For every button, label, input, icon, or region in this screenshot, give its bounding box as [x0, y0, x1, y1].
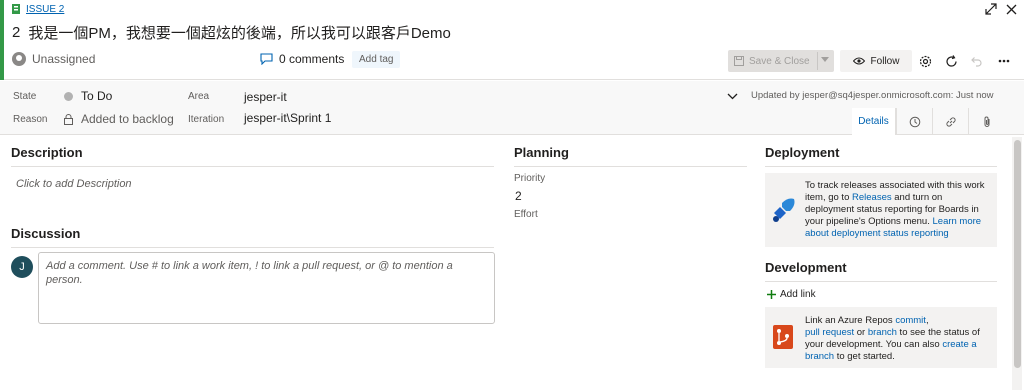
comments-count-link[interactable]: 0 comments	[260, 52, 344, 66]
assigned-to-label: Unassigned	[32, 52, 96, 66]
undo-icon[interactable]	[966, 51, 986, 71]
divider	[765, 281, 997, 282]
development-heading: Development	[765, 260, 847, 275]
save-icon	[734, 56, 744, 66]
divider	[765, 166, 997, 167]
lock-icon	[64, 113, 73, 125]
save-close-label: Save & Close	[749, 55, 810, 67]
work-item-type-color-bar	[0, 0, 4, 80]
attachment-icon	[984, 116, 989, 127]
details-tabs: Details	[852, 108, 1004, 135]
plus-icon	[767, 290, 776, 299]
commit-link[interactable]: commit	[895, 315, 926, 326]
chevron-down-icon	[727, 93, 738, 100]
settings-gear-icon[interactable]	[915, 51, 935, 71]
work-item-id: 2	[12, 24, 21, 41]
comment-icon	[260, 53, 273, 65]
avatar: J	[11, 256, 33, 278]
deployment-heading: Deployment	[765, 145, 840, 160]
deployment-text: To track releases associated with this w…	[805, 180, 985, 239]
deployment-card: To track releases associated with this w…	[765, 173, 997, 247]
eye-icon	[852, 57, 865, 65]
state-dot-icon	[64, 91, 73, 101]
area-value: jesper-it	[244, 89, 287, 104]
refresh-icon[interactable]	[941, 51, 961, 71]
reason-label: Reason	[13, 114, 48, 125]
state-label: State	[13, 91, 37, 102]
reason-picker[interactable]: Added to backlog	[64, 112, 174, 126]
area-picker[interactable]: jesper-it	[240, 88, 742, 106]
work-item-title-row: 2 我是一個PM，我想要一個超炫的後端，所以我可以跟客戶Demo	[12, 22, 451, 43]
add-tag-button[interactable]: Add tag	[352, 51, 401, 68]
save-close-button[interactable]: Save & Close	[728, 50, 834, 72]
iteration-value[interactable]: jesper-it\Sprint 1	[244, 111, 331, 125]
description-heading: Description	[11, 145, 83, 160]
development-text: Link an Azure Repos commit, pull request …	[805, 315, 980, 362]
add-link-label: Add link	[780, 289, 816, 300]
effort-label: Effort	[514, 209, 538, 220]
repos-icon	[773, 325, 793, 349]
follow-button[interactable]: Follow	[840, 50, 912, 72]
pull-request-link[interactable]: pull request	[805, 327, 854, 338]
history-icon	[909, 116, 920, 127]
work-item-title[interactable]: 我是一個PM，我想要一個超炫的後端，所以我可以跟客戶Demo	[28, 22, 451, 43]
save-dropdown-chevron-icon[interactable]	[821, 57, 829, 62]
discussion-heading: Discussion	[11, 226, 81, 241]
state-value: To Do	[81, 89, 113, 103]
releases-link[interactable]: Releases	[852, 192, 892, 203]
follow-label: Follow	[870, 55, 900, 67]
add-link-button[interactable]: Add link	[767, 289, 816, 300]
divider	[514, 166, 747, 167]
work-item-type-link[interactable]: ISSUE 2	[26, 4, 64, 15]
iteration-label: Iteration	[188, 114, 225, 125]
scrollbar-thumb[interactable]	[1014, 140, 1021, 368]
description-field[interactable]: Click to add Description	[16, 178, 132, 190]
pipelines-icon	[773, 198, 795, 222]
tab-attachments[interactable]	[968, 108, 1004, 135]
state-picker[interactable]: To Do	[64, 89, 112, 103]
close-icon[interactable]	[1004, 2, 1018, 16]
link-icon	[945, 116, 956, 127]
planning-heading: Planning	[514, 145, 569, 160]
work-item-fields: State To Do Area jesper-it Updated by je…	[0, 81, 1024, 135]
divider	[11, 166, 494, 167]
more-actions-icon[interactable]	[994, 51, 1014, 71]
development-card: Link an Azure Repos commit, pull request …	[765, 307, 997, 368]
tab-details[interactable]: Details	[852, 108, 896, 135]
tab-links[interactable]	[932, 108, 968, 135]
reason-value: Added to backlog	[81, 112, 174, 126]
priority-value[interactable]: 2	[515, 189, 522, 203]
divider	[11, 247, 494, 248]
work-item-type-row: ISSUE 2	[12, 2, 64, 16]
tab-history[interactable]	[896, 108, 932, 135]
expand-icon[interactable]	[984, 2, 998, 16]
issue-icon	[12, 4, 20, 14]
comment-input[interactable]: Add a comment. Use # to link a work item…	[38, 252, 495, 324]
assigned-to-picker[interactable]: Unassigned	[12, 52, 95, 66]
updated-by-text: Updated by jesper@sq4jesper.onmicrosoft.…	[751, 90, 994, 101]
comments-count: 0 comments	[279, 52, 345, 66]
branch-link[interactable]: branch	[868, 327, 897, 338]
unassigned-avatar-icon	[12, 52, 26, 66]
priority-label: Priority	[514, 173, 546, 184]
area-label: Area	[188, 91, 210, 102]
